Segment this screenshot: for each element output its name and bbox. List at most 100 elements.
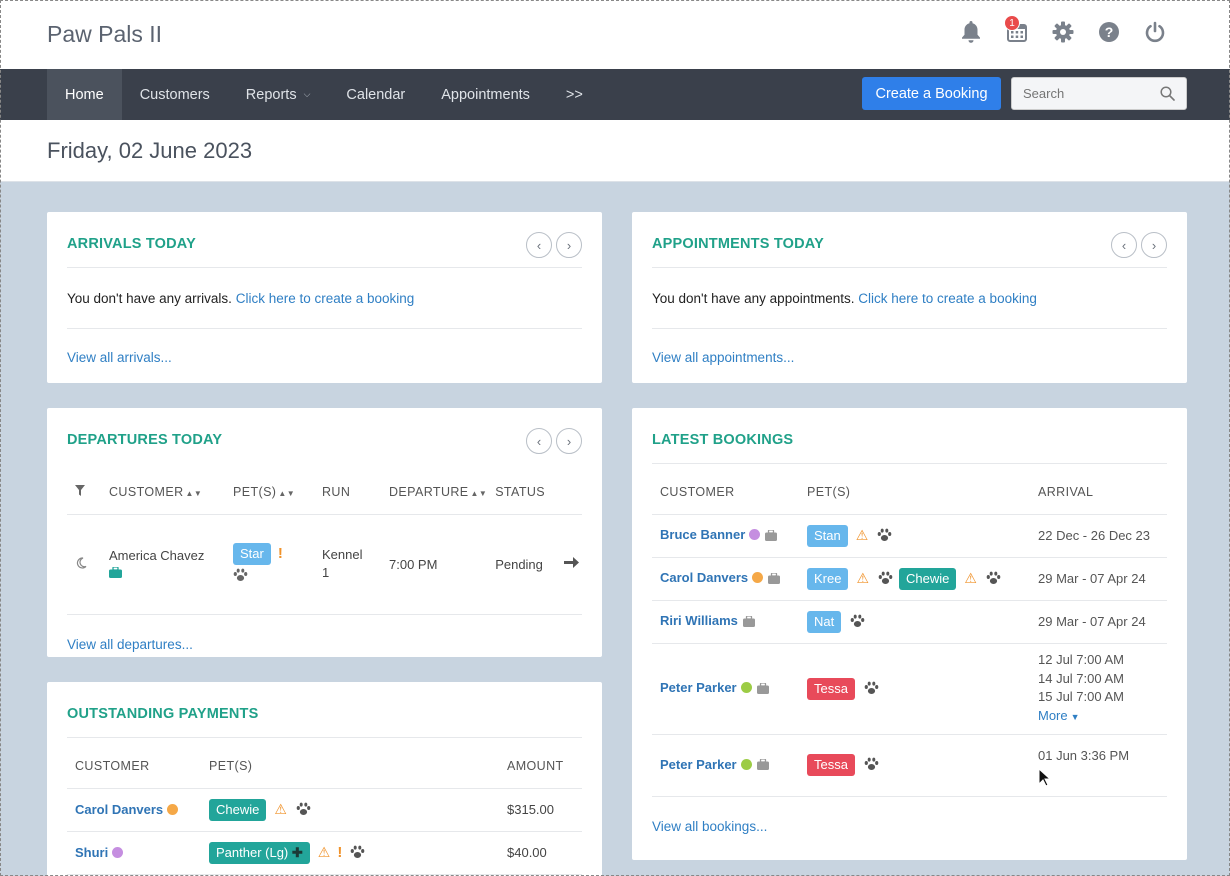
latest-bookings-panel: LATEST BOOKINGS CUSTOMER PET(S) ARRIVAL …: [632, 408, 1187, 860]
chevron-left-icon[interactable]: ‹: [1111, 232, 1137, 258]
more-link[interactable]: More: [1038, 708, 1068, 723]
nav-appointments[interactable]: Appointments: [423, 69, 548, 120]
departure-time: 7:00 PM: [381, 514, 488, 615]
table-row[interactable]: Bruce Banner Stan ⚠ 22 Dec - 26 Dec 23: [652, 514, 1167, 558]
customer-link[interactable]: Bruce Banner: [660, 527, 745, 542]
suitcase-icon: [742, 614, 755, 630]
view-all-arrivals-link[interactable]: View all arrivals...: [67, 329, 582, 385]
pet-tag[interactable]: Star: [233, 543, 271, 565]
customer-link[interactable]: Peter Parker: [660, 680, 737, 695]
pet-tag[interactable]: Nat: [807, 610, 842, 633]
column-customer-label: CUSTOMER: [109, 485, 184, 500]
view-all-departures-link[interactable]: View all departures...: [67, 615, 582, 675]
search-input[interactable]: [1023, 86, 1153, 101]
customer-link[interactable]: Shuri: [75, 845, 108, 860]
chevron-down-icon: ⌵: [303, 89, 311, 99]
search-icon[interactable]: [1160, 86, 1175, 101]
arrivals-title: ARRIVALS TODAY: [67, 235, 197, 252]
search-box[interactable]: [1011, 77, 1187, 110]
nav-customers[interactable]: Customers: [122, 69, 228, 120]
arrivals-pager: ‹ ›: [526, 232, 582, 258]
column-customer[interactable]: CUSTOMER ▲▼: [101, 471, 225, 515]
chevron-right-icon[interactable]: ›: [556, 232, 582, 258]
column-departure[interactable]: DEPARTURE ▲▼: [381, 471, 488, 515]
appointments-title: APPOINTMENTS TODAY: [652, 235, 824, 252]
chevron-right-icon[interactable]: ›: [556, 428, 582, 454]
customer-link[interactable]: Carol Danvers: [75, 802, 163, 817]
column-customer: CUSTOMER: [67, 745, 201, 789]
pet-tag[interactable]: Tessa: [807, 677, 855, 700]
nav-reports[interactable]: Reports ⌵: [228, 69, 329, 120]
status-dot: [752, 572, 764, 584]
column-departure-label: DEPARTURE: [389, 485, 469, 500]
gear-icon[interactable]: [1040, 17, 1086, 47]
nav-more-label: >>: [565, 86, 583, 103]
arrow-right-icon[interactable]: [556, 514, 582, 615]
chevron-left-icon[interactable]: ‹: [526, 232, 552, 258]
customer-link[interactable]: Riri Williams: [660, 613, 738, 628]
table-row[interactable]: America Chavez Star! Kennel 1 7:00 PM Pe…: [67, 514, 582, 615]
nav-calendar-label: Calendar: [346, 86, 406, 103]
svg-text:?: ?: [1105, 24, 1114, 40]
departure-pets: Star!: [225, 514, 314, 615]
chevron-right-icon[interactable]: ›: [1141, 232, 1167, 258]
warning-icon: ⚠: [856, 569, 870, 586]
more-toggle[interactable]: More ▼: [1038, 707, 1167, 727]
column-customer-label: CUSTOMER: [660, 485, 735, 500]
arrivals-empty-text: You don't have any arrivals.: [67, 290, 232, 306]
latest-bookings-title: LATEST BOOKINGS: [652, 431, 794, 448]
table-row[interactable]: Shuri Panther (Lg) ✚ ⚠! $40.00: [67, 831, 582, 875]
departure-customer: America Chavez: [101, 514, 225, 615]
suitcase-icon: [756, 681, 769, 697]
plus-icon: ✚: [291, 844, 303, 860]
pet-tag[interactable]: Tessa: [807, 754, 855, 776]
calendar-icon[interactable]: 1: [994, 15, 1040, 47]
table-header-row: CUSTOMER ▲▼ PET(S) ▲▼ RUN DEPARTURE ▲▼ STAT…: [67, 471, 582, 515]
bell-icon[interactable]: [948, 17, 994, 47]
dashboard-content: ARRIVALS TODAY ‹ › You don't have any ar…: [0, 182, 1230, 876]
column-pets[interactable]: PET(S) ▲▼: [225, 471, 314, 515]
arrivals-create-link[interactable]: Click here to create a booking: [236, 291, 415, 306]
create-booking-button[interactable]: Create a Booking: [862, 77, 1001, 110]
nav-calendar[interactable]: Calendar: [328, 69, 423, 120]
nav-more[interactable]: >>: [548, 69, 601, 120]
column-amount-label: AMOUNT: [507, 759, 564, 774]
nav-home[interactable]: Home: [47, 69, 122, 120]
chevron-left-icon[interactable]: ‹: [526, 428, 552, 454]
pet-tag[interactable]: Stan: [807, 524, 848, 547]
table-row[interactable]: Carol Danvers Chewie ⚠ $315.00: [67, 788, 582, 832]
customer-link[interactable]: Carol Danvers: [660, 570, 748, 585]
main-nav: Home Customers Reports ⌵ Calendar Appoint…: [0, 69, 1230, 120]
arrival-date: 29 Mar - 07 Apr 24: [1030, 600, 1167, 644]
table-header-row: CUSTOMER PET(S) ARRIVAL: [652, 471, 1167, 515]
power-icon[interactable]: [1132, 17, 1178, 47]
appointments-pager: ‹ ›: [1111, 232, 1167, 258]
view-all-appointments-link[interactable]: View all appointments...: [652, 329, 1167, 385]
view-all-bookings-link[interactable]: View all bookings...: [652, 797, 1167, 857]
appointments-create-link[interactable]: Click here to create a booking: [858, 291, 1037, 306]
caret-down-icon: ▼: [1070, 711, 1080, 722]
paw-icon: [233, 568, 314, 585]
column-customer: CUSTOMER: [652, 471, 799, 515]
customer-link[interactable]: Peter Parker: [660, 757, 737, 772]
filter-icon[interactable]: [67, 471, 101, 515]
table-row[interactable]: Carol Danvers Kree ⚠ Chewie ⚠ 29 Mar - 07 A…: [652, 557, 1167, 601]
table-row[interactable]: Peter Parker Tessa 12 Jul 7:00 AM 14 Jul…: [652, 643, 1167, 735]
table-row[interactable]: Peter Parker Tessa 01 Jun 3:36 PM: [652, 734, 1167, 797]
arrival-date: 15 Jul 7:00 AM: [1038, 689, 1124, 704]
suitcase-icon: [768, 571, 781, 587]
paw-icon: [986, 571, 1001, 588]
help-icon[interactable]: ?: [1086, 17, 1132, 47]
nav-home-label: Home: [65, 86, 104, 103]
pet-tag[interactable]: Chewie: [899, 567, 957, 590]
pet-tag[interactable]: Panther (Lg) ✚: [209, 841, 310, 864]
payments-table: CUSTOMER PET(S) AMOUNT Carol Danvers Che…: [67, 745, 582, 875]
paw-icon: [296, 802, 311, 819]
departures-table: CUSTOMER ▲▼ PET(S) ▲▼ RUN DEPARTURE ▲▼ STAT…: [67, 471, 582, 615]
pet-tag[interactable]: Chewie: [209, 798, 267, 821]
pet-tag[interactable]: Kree: [807, 567, 849, 590]
departures-title: DEPARTURES TODAY: [67, 432, 223, 448]
table-row[interactable]: Riri Williams Nat 29 Mar - 07 Apr 24: [652, 600, 1167, 644]
column-arrival-label: ARRIVAL: [1038, 485, 1094, 500]
suitcase-icon: [756, 758, 769, 773]
